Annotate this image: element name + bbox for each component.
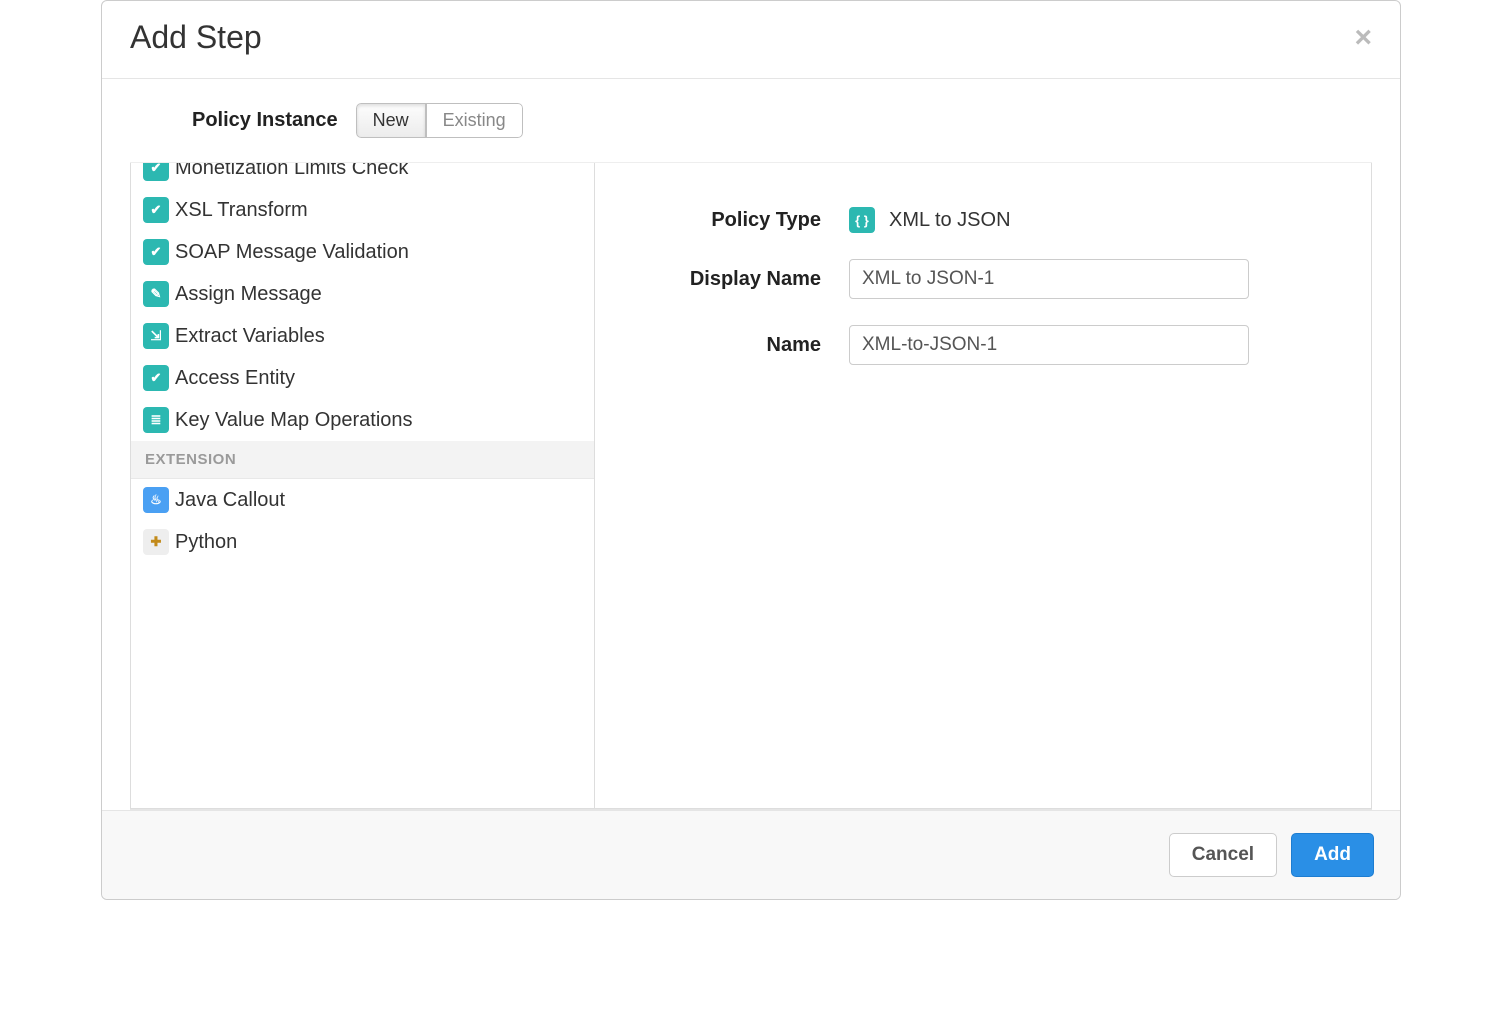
policy-item[interactable]: ✎ Assign Message — [131, 273, 594, 315]
policy-instance-new-button[interactable]: New — [356, 103, 426, 138]
policy-item-label: Access Entity — [175, 367, 295, 390]
modal-footer: Cancel Add — [102, 810, 1400, 899]
pencil-icon: ✎ — [143, 281, 169, 307]
policy-item[interactable]: ✔ XSL Transform — [131, 189, 594, 231]
policy-item-label: Key Value Map Operations — [175, 409, 413, 432]
policy-instance-bar: Policy Instance New Existing — [102, 79, 1400, 162]
extract-icon: ⇲ — [143, 323, 169, 349]
display-name-row: Display Name — [651, 259, 1315, 299]
policy-item[interactable]: ✔ Monetization Limits Check — [131, 163, 594, 189]
map-icon: ≣ — [143, 407, 169, 433]
policy-type-text: XML to JSON — [889, 209, 1011, 232]
check-icon: ✔ — [143, 197, 169, 223]
sidebar-section-header: EXTENSION — [131, 441, 594, 479]
policy-item[interactable]: ✚ Python — [131, 521, 594, 563]
close-icon[interactable]: × — [1354, 23, 1372, 53]
policy-instance-label: Policy Instance — [192, 109, 338, 132]
modal-title: Add Step — [130, 19, 262, 56]
policy-type-label: Policy Type — [651, 209, 821, 232]
name-input[interactable] — [849, 325, 1249, 365]
display-name-label: Display Name — [651, 268, 821, 291]
add-button[interactable]: Add — [1291, 833, 1374, 877]
check-icon: ✔ — [143, 365, 169, 391]
policy-type-row: Policy Type { } XML to JSON — [651, 207, 1315, 233]
policy-item-label: XSL Transform — [175, 199, 308, 222]
check-icon: ✔ — [143, 163, 169, 181]
policy-item[interactable]: ≣ Key Value Map Operations — [131, 399, 594, 441]
display-name-input[interactable] — [849, 259, 1249, 299]
policy-item-label: SOAP Message Validation — [175, 241, 409, 264]
policy-item-label: Assign Message — [175, 283, 322, 306]
policy-instance-toggle: New Existing — [356, 103, 523, 138]
policy-item-label: Extract Variables — [175, 325, 325, 348]
policy-instance-existing-button[interactable]: Existing — [426, 103, 523, 138]
policy-item[interactable]: ⇲ Extract Variables — [131, 315, 594, 357]
java-icon: ♨ — [143, 487, 169, 513]
policy-details-panel: Policy Type { } XML to JSON Display Name… — [595, 163, 1372, 809]
policy-item-label: Java Callout — [175, 489, 285, 512]
name-label: Name — [651, 334, 821, 357]
modal-body: MEDIATION</>JSON to XML{ }XML to JSON↗Ra… — [130, 162, 1372, 810]
policy-list-sidebar[interactable]: MEDIATION</>JSON to XML{ }XML to JSON↗Ra… — [130, 163, 595, 809]
modal-header: Add Step × — [102, 1, 1400, 79]
python-icon: ✚ — [143, 529, 169, 555]
cancel-button[interactable]: Cancel — [1169, 833, 1277, 877]
policy-item[interactable]: ✔ Access Entity — [131, 357, 594, 399]
policy-item[interactable]: ♨ Java Callout — [131, 479, 594, 521]
policy-item-label: Python — [175, 531, 237, 554]
policy-type-value: { } XML to JSON — [849, 207, 1011, 233]
policy-item[interactable]: ✔ SOAP Message Validation — [131, 231, 594, 273]
policy-item-label: Monetization Limits Check — [175, 163, 408, 180]
name-row: Name — [651, 325, 1315, 365]
check-icon: ✔ — [143, 239, 169, 265]
add-step-modal: Add Step × Policy Instance New Existing … — [101, 0, 1401, 900]
braces-icon: { } — [849, 207, 875, 233]
